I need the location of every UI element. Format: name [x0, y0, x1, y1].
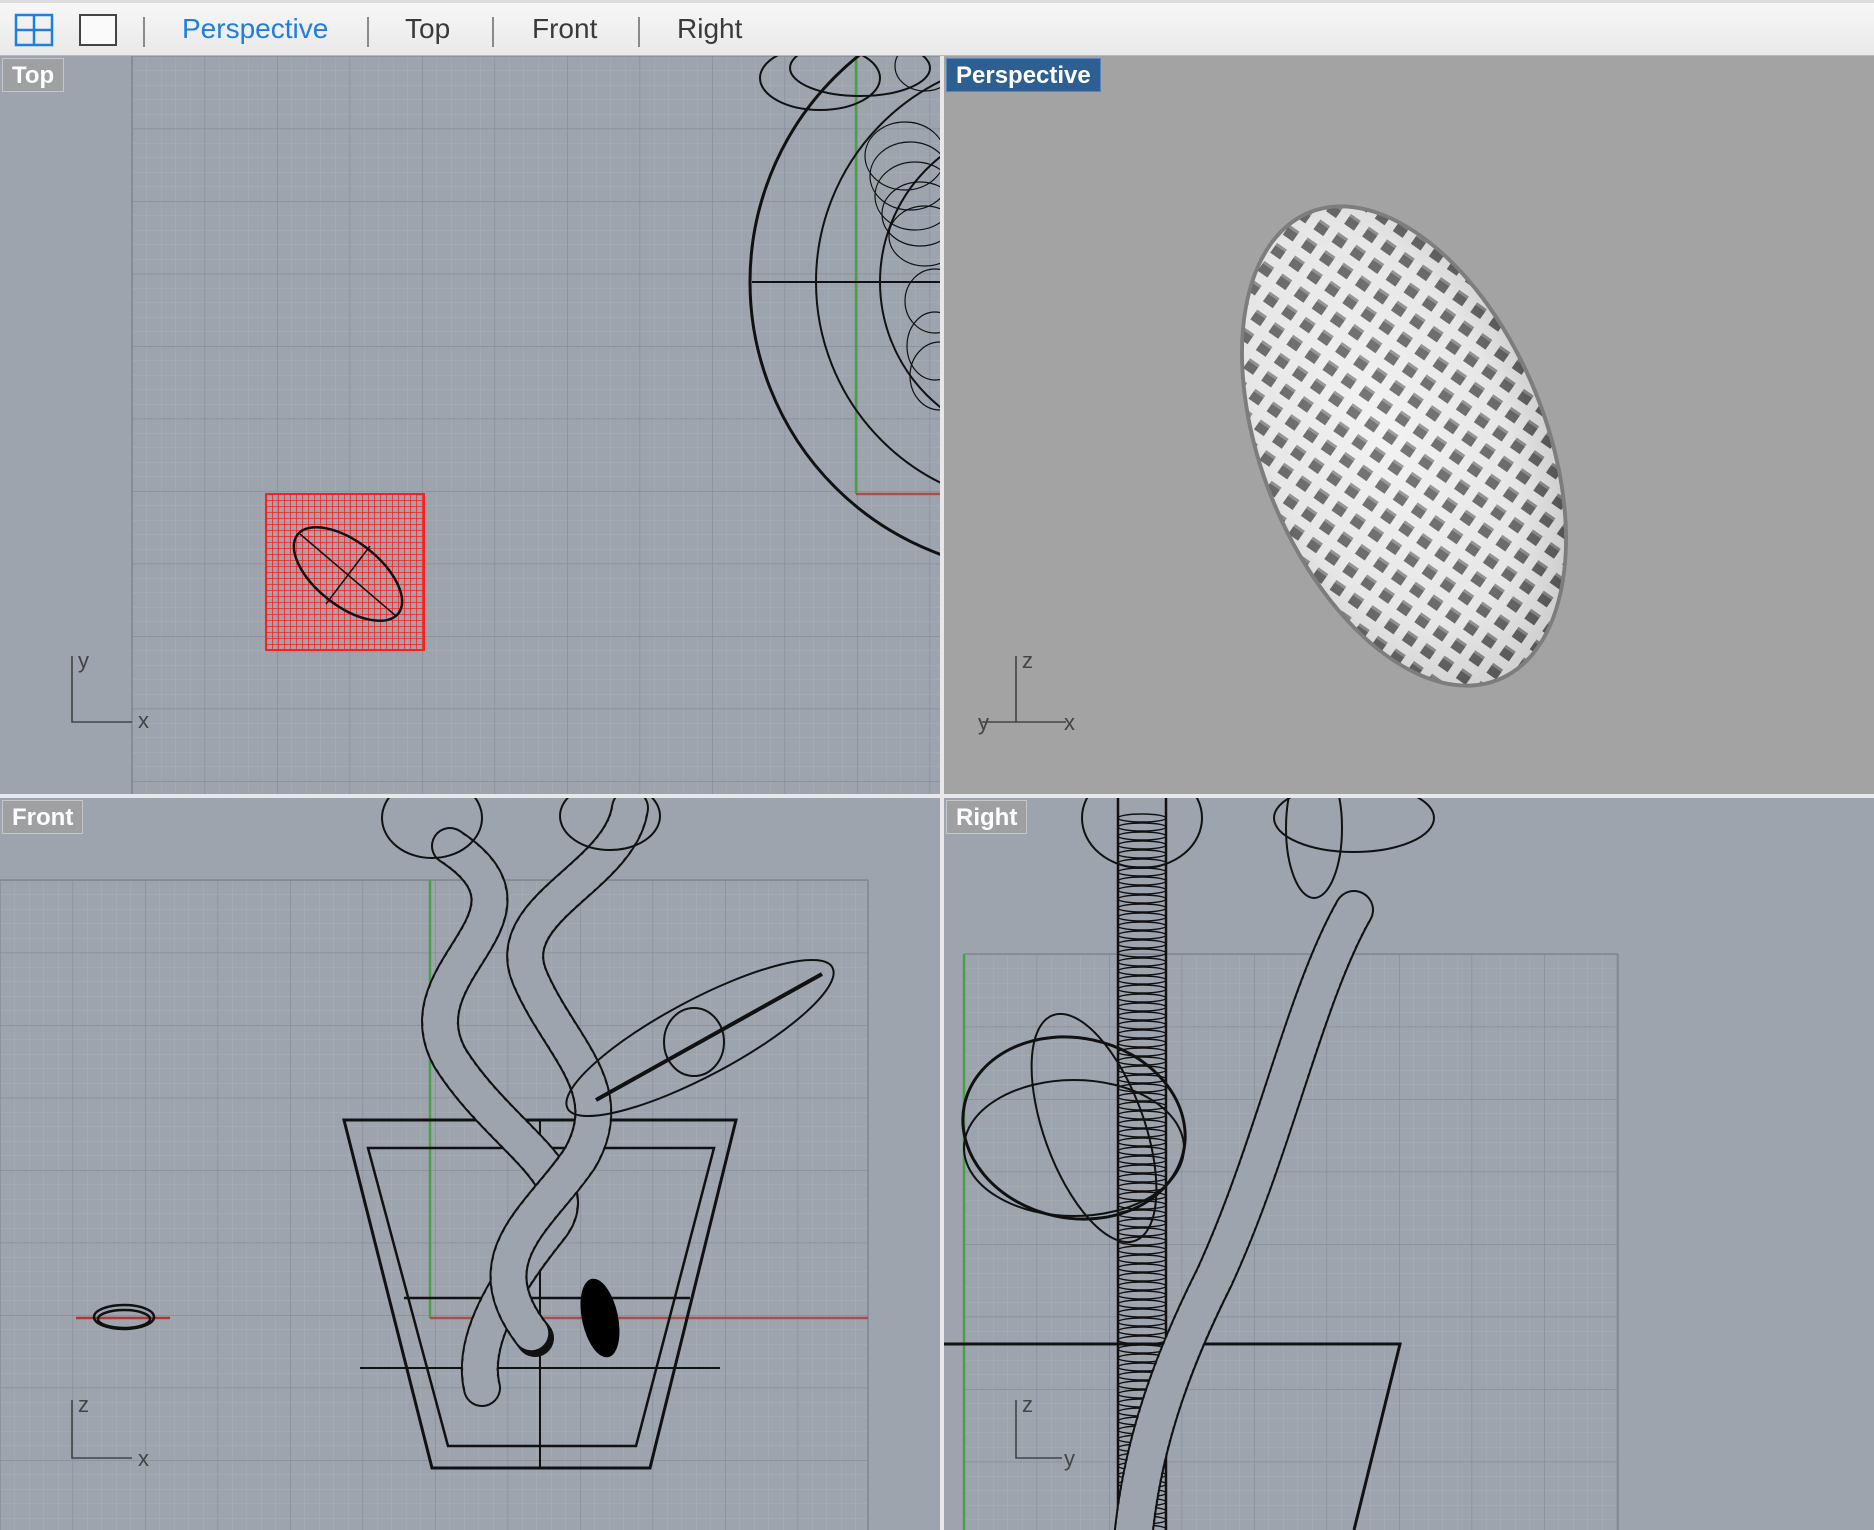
svg-text:y: y	[978, 710, 989, 735]
svg-text:y: y	[78, 648, 89, 673]
stem-ring	[1117, 831, 1167, 841]
toolbar-separator	[492, 17, 494, 47]
tab-front[interactable]: Front	[532, 13, 597, 45]
stem-ring	[1117, 849, 1167, 859]
four-viewport-layout-icon[interactable]	[14, 12, 54, 50]
tab-right[interactable]: Right	[677, 13, 742, 45]
viewport-right[interactable]: z y Right	[944, 798, 1874, 1530]
viewport-label-front[interactable]: Front	[2, 800, 84, 834]
stem-ring	[1117, 903, 1167, 913]
stem-ring	[1117, 921, 1167, 931]
stem-ring	[1117, 930, 1167, 940]
lattice-ellipsoid-model[interactable]	[1144, 156, 1664, 756]
top-view-canvas[interactable]: y x	[0, 56, 940, 794]
svg-text:z: z	[1022, 1392, 1033, 1417]
viewport-perspective[interactable]: z y x Perspective	[944, 56, 1874, 794]
front-view-canvas[interactable]: z x	[0, 798, 940, 1530]
stem-ring	[1117, 867, 1167, 877]
viewport-label-right[interactable]: Right	[946, 800, 1028, 834]
viewport-front[interactable]: z x Front	[0, 798, 940, 1530]
stem-ring	[1117, 822, 1167, 832]
single-viewport-layout-icon[interactable]	[78, 12, 118, 50]
viewport-label-perspective[interactable]: Perspective	[946, 58, 1101, 92]
svg-text:y: y	[1064, 1446, 1075, 1471]
tab-top[interactable]: Top	[405, 13, 450, 45]
toolbar-separator	[143, 17, 145, 47]
axis-indicator-perspective: z y x	[978, 648, 1075, 735]
right-view-canvas[interactable]: z y	[944, 798, 1874, 1530]
viewport-label-top[interactable]: Top	[2, 58, 65, 92]
svg-text:z: z	[1022, 648, 1033, 673]
viewport-divider-horizontal[interactable]	[0, 794, 1874, 798]
svg-text:z: z	[78, 1392, 89, 1417]
toolbar-separator	[638, 17, 640, 47]
viewport-toolbar: Perspective Top Front Right	[0, 0, 1874, 56]
stem-ring	[1117, 840, 1167, 850]
toolbar-separator	[367, 17, 369, 47]
tab-perspective[interactable]: Perspective	[182, 13, 328, 45]
stem-ring	[1117, 813, 1167, 823]
svg-text:x: x	[1064, 710, 1075, 735]
stem-ring	[1117, 876, 1167, 886]
stem-ring	[1117, 912, 1167, 922]
stem-ring	[1117, 939, 1167, 949]
svg-text:x: x	[138, 708, 149, 733]
stem-ring	[1117, 885, 1167, 895]
stem-ring	[1117, 894, 1167, 904]
viewport-divider-vertical[interactable]	[940, 56, 944, 1530]
perspective-view-canvas[interactable]: z y x	[944, 56, 1874, 794]
svg-text:x: x	[138, 1446, 149, 1471]
viewport-top[interactable]: y x Top	[0, 56, 940, 794]
